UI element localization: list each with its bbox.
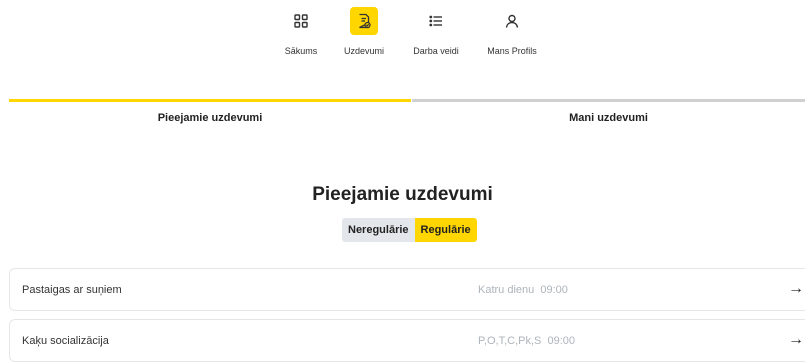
nav-item-darba-veidi[interactable]: Darba veidi <box>396 7 476 56</box>
toggle-regularie[interactable]: Regulārie <box>414 218 477 242</box>
task-days: Katru dienu <box>478 284 535 296</box>
nav-label-mans-profils: Mans Profils <box>487 46 537 56</box>
grid-icon <box>287 7 315 35</box>
task-row[interactable]: Kaķu socializācija P,O,T,C,Pk,S 09:00 → <box>9 319 805 362</box>
tab-mani-uzdevumi[interactable]: Mani uzdevumi <box>412 99 805 139</box>
page-title: Pieejamie uzdevumi <box>312 184 493 205</box>
task-name: Kaķu socializācija <box>22 335 109 347</box>
toggle-neregularie[interactable]: Neregulārie <box>342 218 415 242</box>
nav-label-darba-veidi: Darba veidi <box>413 46 459 56</box>
tab-label: Mani uzdevumi <box>569 112 648 124</box>
user-icon <box>498 7 526 35</box>
task-time: 09:00 <box>540 284 568 296</box>
tab-label: Pieejamie uzdevumi <box>157 112 263 124</box>
arrow-right-icon[interactable]: → <box>788 330 804 350</box>
task-schedule: Katru dienu 09:00 <box>478 284 568 296</box>
nav-item-uzdevumi[interactable]: Uzdevumi <box>324 7 404 56</box>
task-document-icon <box>350 7 378 35</box>
task-days: P,O,T,C,Pk,S <box>478 335 542 347</box>
nav-item-mans-profils[interactable]: Mans Profils <box>472 7 552 56</box>
top-navigation: Sākums Uzdevumi Darba veidi Mans Profils <box>0 0 805 70</box>
task-type-toggle: Neregulārie Regulārie <box>342 218 477 242</box>
task-schedule: P,O,T,C,Pk,S 09:00 <box>478 335 575 347</box>
task-name: Pastaigas ar suņiem <box>22 284 122 296</box>
task-time: 09:00 <box>547 335 576 347</box>
tab-pieejamie-uzdevumi[interactable]: Pieejamie uzdevumi <box>9 99 411 139</box>
list-icon <box>422 7 450 35</box>
task-row[interactable]: Pastaigas ar suņiem Katru dienu 09:00 → <box>9 268 805 311</box>
nav-label-uzdevumi: Uzdevumi <box>343 46 384 56</box>
arrow-right-icon[interactable]: → <box>788 279 804 299</box>
task-tabs: Pieejamie uzdevumi Mani uzdevumi <box>9 99 805 139</box>
